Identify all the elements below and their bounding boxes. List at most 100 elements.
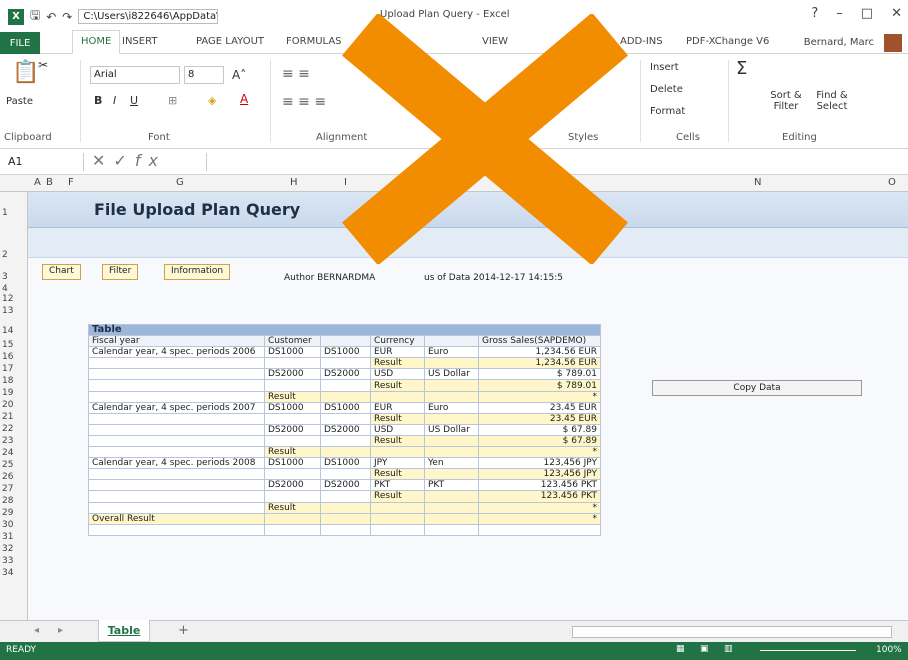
fx-icon[interactable]: fx: [135, 151, 166, 170]
avatar[interactable]: [884, 34, 902, 52]
cut-icon[interactable]: ✂: [38, 58, 48, 72]
column-f[interactable]: F: [68, 177, 74, 188]
column-header-fiscal-year[interactable]: Fiscal year: [88, 335, 265, 348]
maximize-button[interactable]: □: [861, 6, 873, 21]
redo-icon[interactable]: ↷: [62, 10, 72, 24]
row-number[interactable]: 31: [2, 532, 13, 542]
help-button[interactable]: ?: [811, 6, 818, 21]
row-number[interactable]: 13: [2, 306, 13, 316]
italic-icon[interactable]: I: [113, 94, 116, 107]
row-number[interactable]: 2: [2, 250, 8, 260]
column-h[interactable]: H: [290, 177, 298, 188]
tab-addins[interactable]: ADD-INS: [620, 36, 663, 47]
row-number[interactable]: 32: [2, 544, 13, 554]
row-number[interactable]: 23: [2, 436, 13, 446]
paste-button[interactable]: Paste: [6, 96, 33, 107]
zoom-level[interactable]: 100%: [876, 645, 902, 655]
insert-cells-button[interactable]: Insert: [650, 62, 679, 73]
row-number[interactable]: 33: [2, 556, 13, 566]
column-i[interactable]: I: [344, 177, 347, 188]
column-o[interactable]: O: [888, 177, 896, 188]
row-number[interactable]: 18: [2, 376, 13, 386]
page-break-view-icon[interactable]: ▥: [724, 644, 733, 654]
row-number[interactable]: 15: [2, 340, 13, 350]
tab-home[interactable]: HOME: [72, 30, 121, 54]
format-cells-button[interactable]: Format: [650, 106, 685, 117]
sort-filter-button[interactable]: Sort & Filter: [766, 90, 806, 112]
copy-data-button[interactable]: Copy Data: [652, 380, 862, 396]
row-number[interactable]: 29: [2, 508, 13, 518]
font-name-select[interactable]: Arial: [90, 66, 180, 84]
row-number[interactable]: 24: [2, 448, 13, 458]
name-box[interactable]: A1: [4, 153, 84, 171]
row-number[interactable]: 3: [2, 272, 8, 282]
worksheet-grid[interactable]: File Upload Plan Query Author BERNARDMA …: [28, 192, 908, 620]
zoom-slider[interactable]: [760, 650, 856, 651]
horizontal-scrollbar[interactable]: [572, 626, 892, 638]
tab-insert[interactable]: INSERT: [122, 36, 157, 47]
row-number[interactable]: 27: [2, 484, 13, 494]
tab-scroll-right-icon[interactable]: ▸: [58, 625, 63, 636]
grow-font-icon[interactable]: A˄: [232, 68, 246, 82]
align-left-icon[interactable]: ≡ ≡ ≡: [282, 94, 326, 110]
row-number[interactable]: 28: [2, 496, 13, 506]
row-number[interactable]: 1: [2, 208, 8, 218]
formula-input[interactable]: [206, 153, 890, 171]
row-number[interactable]: 19: [2, 388, 13, 398]
column-g[interactable]: G: [176, 177, 184, 188]
chart-button[interactable]: Chart: [42, 264, 81, 280]
underline-icon[interactable]: U: [130, 94, 138, 107]
tab-page-layout[interactable]: PAGE LAYOUT: [196, 36, 264, 47]
undo-icon[interactable]: ↶: [46, 10, 56, 24]
row-number[interactable]: 34: [2, 568, 13, 578]
file-path-box[interactable]: C:\Users\i822646\AppData\Loc: [78, 9, 219, 24]
tab-table[interactable]: Table: [98, 620, 150, 642]
close-button[interactable]: ✕: [891, 6, 902, 21]
borders-icon[interactable]: ⊞: [168, 94, 177, 107]
column-header-gross-sales[interactable]: Gross Sales(SAPDEMO): [478, 335, 601, 348]
normal-view-icon[interactable]: ▦: [676, 644, 685, 654]
table-cell: [320, 390, 371, 403]
autosum-icon[interactable]: Σ: [736, 58, 747, 79]
tab-file[interactable]: FILE: [0, 32, 40, 54]
row-number[interactable]: 22: [2, 424, 13, 434]
row-number[interactable]: 16: [2, 352, 13, 362]
column-header-customer[interactable]: Customer: [264, 335, 321, 348]
tab-pdfxchange[interactable]: PDF-XChange V6: [686, 36, 769, 47]
column-a[interactable]: A: [34, 177, 41, 188]
user-name[interactable]: Bernard, Marc: [804, 37, 874, 48]
find-select-button[interactable]: Find & Select: [810, 90, 854, 112]
minimize-button[interactable]: –: [836, 6, 843, 21]
row-number[interactable]: 21: [2, 412, 13, 422]
column-header-currency[interactable]: Currency: [370, 335, 425, 348]
filter-button[interactable]: Filter: [102, 264, 139, 280]
status-text: READY: [6, 645, 37, 655]
column-b[interactable]: B: [46, 177, 53, 188]
column-n[interactable]: N: [754, 177, 761, 188]
page-layout-view-icon[interactable]: ▣: [700, 644, 709, 654]
font-color-icon[interactable]: A: [240, 92, 248, 106]
row-number[interactable]: 26: [2, 472, 13, 482]
row-number[interactable]: 14: [2, 326, 13, 336]
table-cell: [320, 446, 371, 459]
row-number[interactable]: 12: [2, 294, 13, 304]
table-cell: [424, 468, 479, 481]
formula-icons[interactable]: ✕✓fx: [92, 151, 166, 170]
tab-view[interactable]: VIEW: [482, 36, 508, 47]
font-size-select[interactable]: 8: [184, 66, 224, 84]
tab-scroll-left-icon[interactable]: ◂: [34, 625, 39, 636]
row-number[interactable]: 4: [2, 284, 8, 294]
save-icon[interactable]: 🖫: [30, 6, 40, 27]
bold-icon[interactable]: B: [94, 94, 102, 107]
align-top-icon[interactable]: ≡ ≡: [282, 66, 310, 82]
paste-icon[interactable]: 📋: [12, 60, 39, 85]
row-number[interactable]: 20: [2, 400, 13, 410]
fill-color-icon[interactable]: ◈: [208, 94, 216, 107]
row-number[interactable]: 17: [2, 364, 13, 374]
tab-formulas[interactable]: FORMULAS: [286, 36, 342, 47]
delete-cells-button[interactable]: Delete: [650, 84, 683, 95]
row-number[interactable]: 25: [2, 460, 13, 470]
add-sheet-button[interactable]: +: [178, 623, 189, 638]
information-button[interactable]: Information: [164, 264, 231, 280]
row-number[interactable]: 30: [2, 520, 13, 530]
